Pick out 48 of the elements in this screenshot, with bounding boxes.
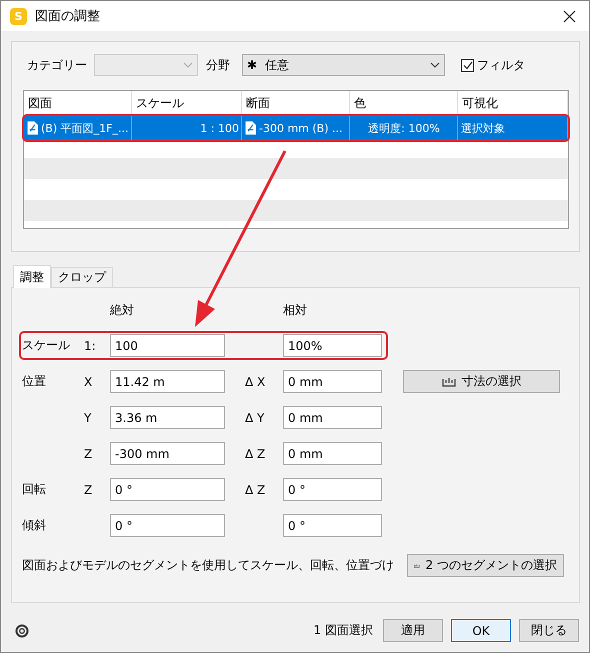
table-cell: -300 mm (B) ... xyxy=(242,116,350,140)
dialog-button[interactable]: 適用 xyxy=(383,619,443,642)
axis-label: Z xyxy=(84,482,92,496)
dialog-button[interactable]: 閉じる xyxy=(519,619,579,642)
absolute-input[interactable]: 11.42 m xyxy=(110,370,225,393)
select-dimension-button[interactable]: 寸法の選択 xyxy=(403,370,560,393)
window-title: 図面の調整 xyxy=(35,8,101,25)
relative-input[interactable]: 0 ° xyxy=(283,478,382,501)
axis-label: Z xyxy=(84,446,92,460)
absolute-input[interactable]: -300 mm xyxy=(110,442,225,465)
filter-checkbox[interactable]: フィルタ xyxy=(461,56,525,74)
description-text: 図面およびモデルのセグメントを使用してスケール、回転、位置づけ xyxy=(22,557,394,574)
table-row[interactable]: (B) 平面図_1F_... 1 : 100 -300 mm (B) ... 透明度: 100% 選択対象 xyxy=(24,116,568,140)
tab[interactable]: 調整 xyxy=(13,265,51,288)
table-cell: 1 : 100 xyxy=(132,116,242,140)
axis-label: Y xyxy=(84,410,92,424)
relative-input[interactable]: 100% xyxy=(283,334,382,357)
axis-label: X xyxy=(84,374,92,388)
category-label: カテゴリー xyxy=(27,56,87,74)
row-label: 傾斜 xyxy=(22,518,46,532)
column-heading: 絶対 xyxy=(110,302,135,319)
dialog-button[interactable]: OK xyxy=(451,619,511,642)
axis-label: 1: xyxy=(84,338,96,352)
row-label: スケール xyxy=(22,338,70,352)
delta-label: Δ Z xyxy=(245,446,266,460)
absolute-input[interactable]: 3.36 m xyxy=(110,406,225,429)
delta-label: Δ X xyxy=(245,374,266,388)
row-label: 回転 xyxy=(22,482,46,496)
table-cell: 選択対象 xyxy=(458,116,568,140)
absolute-input[interactable]: 0 ° xyxy=(110,478,225,501)
relative-input[interactable]: 0 mm xyxy=(283,370,382,393)
relative-input[interactable]: 0 mm xyxy=(283,406,382,429)
delta-label: Δ Y xyxy=(245,410,264,424)
app-icon: S xyxy=(10,8,27,24)
field-label: 分野 xyxy=(206,56,230,74)
table-cell: (B) 平面図_1F_... xyxy=(24,116,132,140)
field-dropdown[interactable]: ✱ 任意 xyxy=(242,54,445,76)
select-segments-button[interactable]: 2 つのセグメントの選択 xyxy=(407,554,564,577)
absolute-input[interactable]: 100 xyxy=(110,334,225,357)
row-label: 位置 xyxy=(22,374,46,388)
relative-input[interactable]: 0 ° xyxy=(283,514,382,537)
column-heading: 相対 xyxy=(283,302,308,319)
relative-input[interactable]: 0 mm xyxy=(283,442,382,465)
delta-label: Δ Z xyxy=(245,482,266,496)
table-cell: 透明度: 100% xyxy=(350,116,458,140)
selection-status: 1 図面選択 xyxy=(314,622,373,639)
tab[interactable]: クロップ xyxy=(51,267,113,287)
absolute-input[interactable]: 0 ° xyxy=(110,514,225,537)
